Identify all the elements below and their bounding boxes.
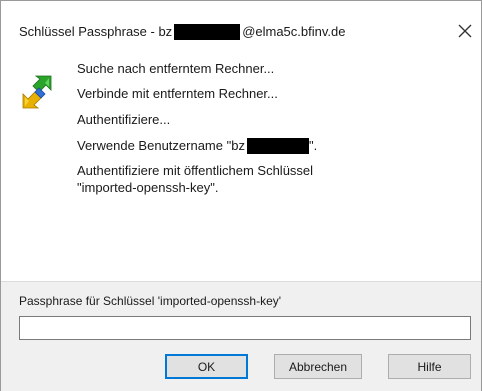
log-line-keyname: "imported-openssh-key". [77, 180, 219, 195]
redacted-username [246, 138, 309, 154]
passphrase-dialog: Schlüssel Passphrase - bz @elma5c.bfinv.d… [0, 0, 482, 391]
log-username-prefix: Verwende Benutzername "bz [77, 138, 245, 153]
title-suffix: @elma5c.bfinv.de [242, 24, 346, 39]
passphrase-input[interactable] [19, 316, 471, 340]
window-title: Schlüssel Passphrase - bz @elma5c.bfinv.d… [19, 24, 345, 40]
log-line-authenticating: Authentifiziere... [77, 112, 171, 127]
close-icon [458, 24, 472, 38]
title-prefix: Schlüssel Passphrase - bz [19, 24, 173, 39]
cancel-button[interactable]: Abbrechen [274, 354, 362, 379]
putty-key-arrows-icon [22, 75, 52, 109]
passphrase-panel: Passphrase für Schlüssel 'imported-opens… [1, 281, 481, 391]
title-bar[interactable]: Schlüssel Passphrase - bz @elma5c.bfinv.d… [1, 1, 481, 41]
log-line-connect: Verbinde mit entferntem Rechner... [77, 86, 278, 101]
passphrase-label: Passphrase für Schlüssel 'imported-opens… [19, 294, 282, 308]
help-button[interactable]: Hilfe [388, 354, 471, 379]
redacted-username [174, 24, 241, 40]
log-line-publickey: Authentifiziere mit öffentlichem Schlüss… [77, 163, 314, 178]
log-line-search: Suche nach entferntem Rechner... [77, 61, 275, 76]
close-button[interactable] [453, 19, 477, 43]
log-line-username: Verwende Benutzername "bz ". [77, 138, 317, 154]
ok-button[interactable]: OK [165, 354, 248, 379]
log-username-suffix: ". [308, 138, 318, 153]
